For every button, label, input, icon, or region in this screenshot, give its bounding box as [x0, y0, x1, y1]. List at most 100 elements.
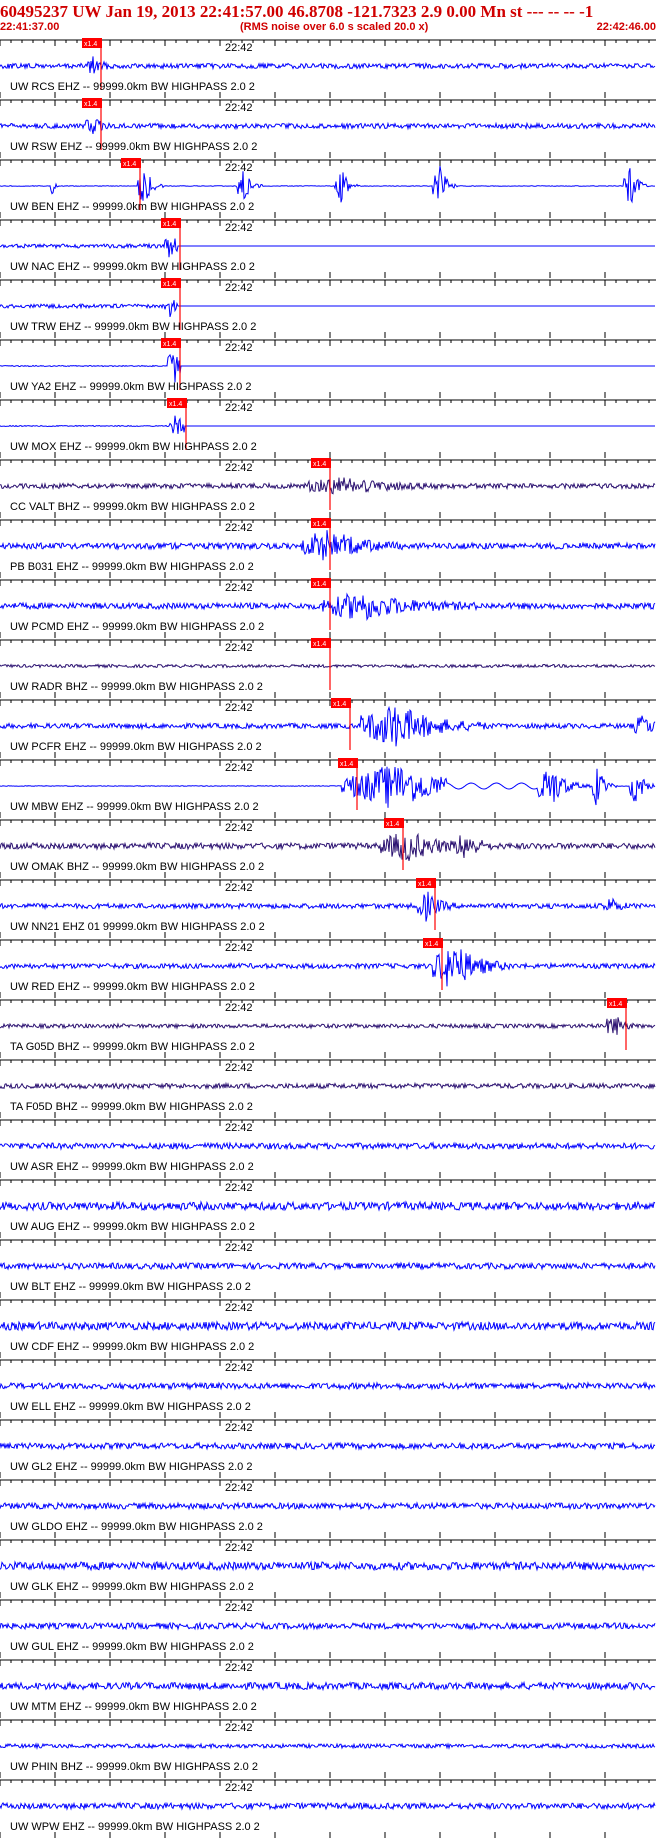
waveform	[0, 1501, 656, 1511]
trace-row: 22:42 x1.4 TA G05D BHZ -- 99999.0km BW HIG…	[0, 998, 656, 1058]
pick-label: x1.4	[340, 761, 353, 768]
minute-label: 22:42	[225, 1722, 253, 1734]
channel-label: UW WPW EHZ -- 99999.0km BW HIGHPASS 2.0 …	[10, 1821, 260, 1833]
waveform	[0, 353, 655, 383]
trace-row: 22:42 UW GLDO EHZ -- 99999.0km BW HIGHPAS…	[0, 1479, 656, 1538]
trace-row: 22:42 UW GUL EHZ -- 99999.0km BW HIGHPASS…	[0, 1599, 656, 1658]
pick-label: x1.4	[123, 161, 136, 168]
channel-label: UW PCFR EHZ -- 99999.0km BW HIGHPASS 2.0…	[10, 741, 262, 753]
pick-label: x1.4	[313, 521, 326, 528]
trace-row: 22:42 x1.4 UW MOX EHZ -- 99999.0km BW HIGH…	[0, 398, 656, 458]
pick-label: x1.4	[163, 341, 176, 348]
waveform	[0, 663, 656, 669]
pick-label: x1.4	[313, 581, 326, 588]
waveform	[0, 415, 655, 434]
pick-label: x1.4	[418, 881, 431, 888]
channel-label: UW RED EHZ -- 99999.0km BW HIGHPASS 2.0 …	[10, 981, 255, 993]
waveform	[0, 1801, 656, 1811]
waveform	[0, 1261, 656, 1271]
minute-label: 22:42	[225, 1242, 253, 1254]
event-title: 60495237 UW Jan 19, 2013 22:41:57.00 46.…	[0, 2, 594, 21]
pick-label: x1.4	[609, 1001, 622, 1008]
pick-label: x1.4	[386, 821, 399, 828]
trace-row: 22:42 x1.4 UW NN21 EHZ 01 99999.0km BW HIG…	[0, 878, 656, 938]
minute-label: 22:42	[225, 222, 253, 234]
trace-row: 22:42 x1.4 UW PCFR EHZ -- 99999.0km BW HIG…	[0, 698, 656, 758]
trace-row: 22:42 UW GLK EHZ -- 99999.0km BW HIGHPASS…	[0, 1539, 656, 1598]
trace-row: 22:42 x1.4 PB B031 EHZ -- 99999.0km BW HIG…	[0, 518, 656, 578]
channel-label: UW GUL EHZ -- 99999.0km BW HIGHPASS 2.0 …	[10, 1641, 254, 1653]
trace-row: 22:42 x1.4 UW TRW EHZ -- 99999.0km BW HIGH…	[0, 278, 656, 338]
pick-label: x1.4	[163, 221, 176, 228]
trace-row: 22:42 UW GL2 EHZ -- 99999.0km BW HIGHPASS…	[0, 1419, 656, 1478]
waveform	[0, 530, 656, 561]
channel-label: UW RSW EHZ -- 99999.0km BW HIGHPASS 2.0 …	[10, 141, 257, 153]
channel-label: UW RADR BHZ -- 99999.0km BW HIGHPASS 2.0…	[10, 681, 263, 693]
trace-row: 22:42 x1.4 CC VALT BHZ -- 99999.0km BW HIG…	[0, 458, 656, 518]
minute-label: 22:42	[225, 642, 253, 654]
channel-label: UW CDF EHZ -- 99999.0km BW HIGHPASS 2.0 …	[10, 1341, 254, 1353]
channel-label: UW MTM EHZ -- 99999.0km BW HIGHPASS 2.0 …	[10, 1701, 257, 1713]
pick-label: x1.4	[425, 941, 438, 948]
pick-label: x1.4	[169, 401, 182, 408]
trace-row: 22:42 x1.4 UW RCS EHZ -- 99999.0km BW HIGH…	[0, 38, 656, 98]
channel-label: UW PCMD EHZ -- 99999.0km BW HIGHPASS 2.0…	[10, 621, 264, 633]
channel-label: UW BEN EHZ -- 99999.0km BW HIGHPASS 2.0 …	[10, 201, 254, 213]
noise-note: (RMS noise over 6.0 s scaled 20.0 x)	[240, 21, 429, 33]
waveform	[0, 1381, 656, 1391]
minute-label: 22:42	[225, 702, 253, 714]
channel-label: UW PHIN BHZ -- 99999.0km BW HIGHPASS 2.0…	[10, 1761, 258, 1773]
minute-label: 22:42	[225, 102, 253, 114]
channel-label: UW RCS EHZ -- 99999.0km BW HIGHPASS 2.0 …	[10, 81, 255, 93]
minute-label: 22:42	[225, 1122, 253, 1134]
trace-row: 22:42 TA F05D BHZ -- 99999.0km BW HIGHPAS…	[0, 1059, 656, 1118]
plot-header: 60495237 UW Jan 19, 2013 22:41:57.00 46.…	[0, 0, 656, 36]
channel-label: UW TRW EHZ -- 99999.0km BW HIGHPASS 2.0 …	[10, 321, 256, 333]
waveform	[0, 166, 655, 204]
seismogram-panel: 22:42 x1.4 UW RCS EHZ -- 99999.0km BW HIGH…	[0, 38, 656, 1838]
channel-label: UW GLDO EHZ -- 99999.0km BW HIGHPASS 2.0…	[10, 1521, 263, 1533]
channel-label: CC VALT BHZ -- 99999.0km BW HIGHPASS 2.0…	[10, 501, 255, 513]
pick-label: x1.4	[313, 641, 326, 648]
trace-row: 22:42 UW ELL EHZ -- 99999.0km BW HIGHPASS…	[0, 1359, 656, 1418]
waveform	[0, 1017, 656, 1035]
pick-label: x1.4	[313, 461, 326, 468]
channel-label: UW BLT EHZ -- 99999.0km BW HIGHPASS 2.0 …	[10, 1281, 251, 1293]
minute-label: 22:42	[225, 762, 253, 774]
channel-label: UW NN21 EHZ 01 99999.0km BW HIGHPASS 2.0…	[10, 921, 265, 933]
waveform	[0, 1141, 656, 1151]
waveform	[0, 56, 656, 74]
channel-label: UW YA2 EHZ -- 99999.0km BW HIGHPASS 2.0 …	[10, 381, 251, 393]
channel-label: UW GLK EHZ -- 99999.0km BW HIGHPASS 2.0 …	[10, 1581, 254, 1593]
minute-label: 22:42	[225, 1302, 253, 1314]
minute-label: 22:42	[225, 282, 253, 294]
waveform	[0, 1081, 656, 1091]
channel-label: TA G05D BHZ -- 99999.0km BW HIGHPASS 2.0…	[10, 1041, 255, 1053]
minute-label: 22:42	[225, 1602, 253, 1614]
channel-label: TA F05D BHZ -- 99999.0km BW HIGHPASS 2.0…	[10, 1101, 253, 1113]
minute-label: 22:42	[225, 462, 253, 474]
channel-label: UW NAC EHZ -- 99999.0km BW HIGHPASS 2.0 …	[10, 261, 255, 273]
minute-label: 22:42	[225, 342, 253, 354]
channel-label: UW OMAK BHZ -- 99999.0km BW HIGHPASS 2.0…	[10, 861, 264, 873]
waveform	[0, 832, 656, 861]
minute-label: 22:42	[225, 1422, 253, 1434]
waveform	[0, 891, 656, 922]
waveform	[0, 477, 656, 495]
trace-row: 22:42 x1.4 UW RADR BHZ -- 99999.0km BW HIG…	[0, 638, 656, 698]
minute-label: 22:42	[225, 1662, 253, 1674]
waveform	[0, 1680, 656, 1692]
minute-label: 22:42	[225, 1182, 253, 1194]
trace-row: 22:42 x1.4 UW MBW EHZ -- 99999.0km BW HIGH…	[0, 758, 656, 818]
waveform	[0, 1441, 656, 1451]
channel-label: UW ASR EHZ -- 99999.0km BW HIGHPASS 2.0 …	[10, 1161, 254, 1173]
waveform	[0, 119, 656, 134]
minute-label: 22:42	[225, 1542, 253, 1554]
channel-label: UW MBW EHZ -- 99999.0km BW HIGHPASS 2.0 …	[10, 801, 259, 813]
trace-row: 22:42 x1.4 UW BEN EHZ -- 99999.0km BW HIGH…	[0, 158, 656, 218]
waveform	[0, 1742, 656, 1750]
channel-label: PB B031 EHZ -- 99999.0km BW HIGHPASS 2.0…	[10, 561, 254, 573]
minute-label: 22:42	[225, 42, 253, 54]
waveform	[0, 1621, 656, 1631]
minute-label: 22:42	[225, 522, 253, 534]
